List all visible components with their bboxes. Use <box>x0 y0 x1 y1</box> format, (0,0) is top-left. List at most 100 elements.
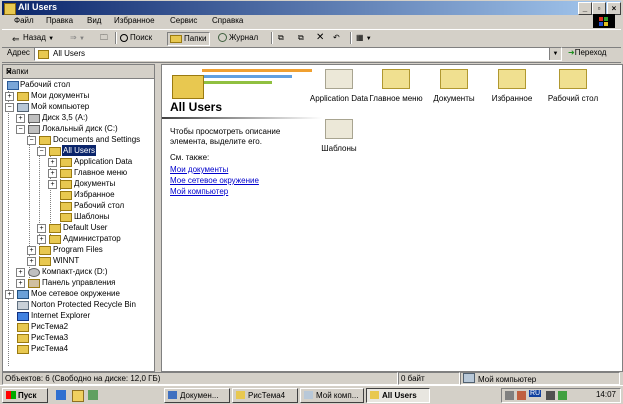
search-label: Поиск <box>130 33 153 42</box>
taskbar: Пуск Докумен... РисТема4 Мой комп... All… <box>0 385 623 404</box>
address-dropdown[interactable]: ▼ <box>549 48 561 60</box>
status-bar: Объектов: 6 (Свободно на диске: 12,0 ГБ)… <box>2 372 621 385</box>
folder-item-label: Главное меню <box>369 94 423 103</box>
folder-item-label: Рабочий стол <box>547 94 599 103</box>
search-icon <box>120 34 128 42</box>
folder-item-desktop[interactable]: Рабочий стол <box>542 69 604 103</box>
link-network[interactable]: Мое сетевое окружение <box>170 176 259 185</box>
menu-favorites[interactable]: Избранное <box>114 16 155 25</box>
folder-item-favorites[interactable]: Избранное <box>482 69 542 103</box>
go-button[interactable]: ➜Переход <box>568 48 606 57</box>
outlook-icon[interactable] <box>72 390 84 402</box>
collapse-icon: − <box>37 147 46 156</box>
folder-title: All Users <box>170 100 223 114</box>
folders-pane-header: Папки × <box>3 65 154 79</box>
task-documents[interactable]: Докумен... <box>164 388 230 403</box>
start-button[interactable]: Пуск <box>2 388 48 403</box>
forward-button[interactable]: ⇒ ▼ <box>70 32 85 44</box>
show-desktop-icon[interactable] <box>88 390 98 400</box>
task-all-users[interactable]: All Users <box>366 388 430 403</box>
address-label: Адрес <box>7 48 30 57</box>
folder-item-templates[interactable]: Шаблоны <box>309 119 369 153</box>
collapse-icon: − <box>27 136 36 145</box>
task-label: All Users <box>382 391 417 400</box>
clock[interactable]: 14:07 <box>596 390 616 399</box>
expand-icon: + <box>16 279 25 288</box>
explorer-window: All Users _ ▫ × Файл Правка Вид Избранно… <box>0 0 623 385</box>
task-my-computer[interactable]: Мой комп... <box>300 388 364 403</box>
menu-help[interactable]: Справка <box>212 16 243 25</box>
link-my-documents[interactable]: Мои документы <box>170 165 228 174</box>
internet-explorer-icon[interactable] <box>56 390 66 400</box>
printer-icon[interactable] <box>505 391 514 400</box>
folder-item-application-data[interactable]: Application Data <box>309 69 369 103</box>
go-arrow-icon: ➜ <box>568 48 575 57</box>
address-input[interactable]: All Users ▼ <box>34 47 562 61</box>
search-button[interactable]: Поиск <box>120 32 152 44</box>
delete-icon[interactable]: ✕ <box>316 32 324 44</box>
start-label: Пуск <box>18 391 37 400</box>
expand-icon: + <box>16 268 25 277</box>
go-label: Переход <box>574 48 607 57</box>
see-also-label: См. также: <box>170 153 210 162</box>
copy-to-icon[interactable]: ⧉ <box>298 32 304 44</box>
status-objects: Объектов: 6 (Свободно на диске: 12,0 ГБ) <box>2 372 398 385</box>
folder-item-label: Application Data <box>309 94 369 103</box>
status-location-label: Мой компьютер <box>478 375 537 384</box>
menu-bar: Файл Правка Вид Избранное Сервис Справка <box>2 15 621 28</box>
move-to-icon[interactable]: ⧉ <box>278 32 284 44</box>
network-icon[interactable] <box>558 391 567 400</box>
views-icon[interactable]: ▦ ▼ <box>356 32 372 44</box>
folders-icon <box>170 35 182 43</box>
back-button[interactable]: ⇐ Назад ▼ <box>12 32 54 44</box>
windows-logo-icon <box>593 14 615 28</box>
up-folder-icon[interactable]: 🗀 <box>100 32 108 44</box>
close-pane-icon[interactable]: × <box>6 67 151 78</box>
menu-view[interactable]: Вид <box>87 16 101 25</box>
folder-icon <box>498 69 526 89</box>
history-label: Журнал <box>229 33 259 42</box>
language-indicator[interactable]: RU <box>529 390 542 397</box>
expand-icon: + <box>5 290 14 299</box>
expand-icon: + <box>27 246 36 255</box>
expand-icon: + <box>48 158 57 167</box>
expand-icon: + <box>37 235 46 244</box>
folder-icon <box>38 50 49 59</box>
address-value: All Users <box>53 49 86 58</box>
system-tray: RU 14:07 <box>501 388 621 403</box>
task-ristema4[interactable]: РисТема4 <box>232 388 298 403</box>
back-label: Назад <box>23 33 46 42</box>
title-bar[interactable]: All Users _ ▫ × <box>2 1 621 15</box>
folder-item-documents[interactable]: Документы <box>424 69 484 103</box>
back-arrow-icon: ⇐ <box>12 34 20 44</box>
undo-icon[interactable]: ↶ <box>333 32 340 44</box>
folder-icon <box>559 69 587 89</box>
history-button[interactable]: Журнал <box>218 32 258 44</box>
address-bar: Адрес All Users ▼ ➜Переход <box>2 46 621 63</box>
menu-edit[interactable]: Правка <box>46 16 73 25</box>
expand-icon: + <box>48 180 57 189</box>
status-size: 0 байт <box>398 372 460 385</box>
expand-icon: + <box>27 257 36 266</box>
folders-button[interactable]: Папки <box>167 32 210 46</box>
windows-logo-icon <box>6 391 16 399</box>
folder-icon <box>440 69 468 89</box>
minimize-button[interactable]: _ <box>578 2 592 15</box>
folder-icon <box>172 75 204 99</box>
menu-tools[interactable]: Сервис <box>170 16 197 25</box>
folders-label: Папки <box>184 34 207 43</box>
collapse-icon: − <box>5 103 14 112</box>
folder-icon <box>382 69 410 89</box>
expand-icon: + <box>48 169 57 178</box>
folder-item-start-menu[interactable]: Главное меню <box>366 69 426 103</box>
folder-icon <box>325 119 353 139</box>
description-text: Чтобы просмотреть описание элемента, выд… <box>170 127 281 146</box>
folders-pane: Папки × Рабочий стол + Мои документы − Мой… <box>2 64 155 372</box>
tray-app-icon[interactable] <box>517 391 526 400</box>
link-my-computer[interactable]: Мой компьютер <box>170 187 228 196</box>
folder-icon <box>325 69 353 89</box>
toolbar-separator <box>350 32 352 44</box>
volume-icon[interactable] <box>546 391 555 400</box>
status-location: Мой компьютер <box>460 372 620 385</box>
menu-file[interactable]: Файл <box>14 16 34 25</box>
